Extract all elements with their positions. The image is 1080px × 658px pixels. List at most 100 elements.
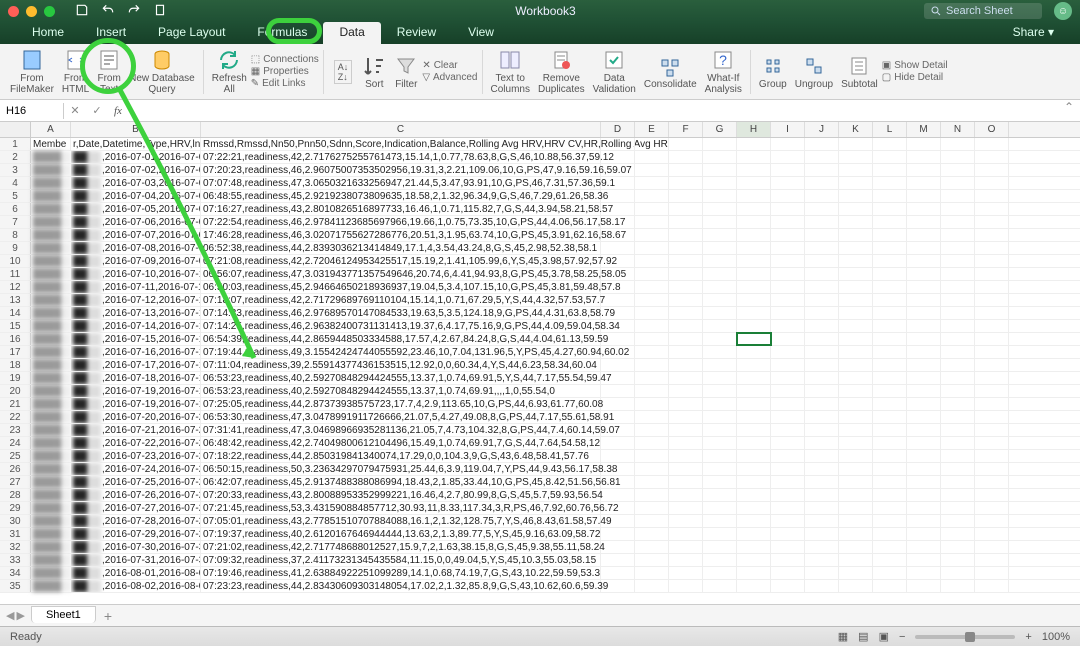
cell[interactable] bbox=[873, 515, 907, 527]
cell[interactable]: ████ bbox=[31, 229, 71, 241]
cell[interactable] bbox=[805, 489, 839, 501]
column-header-G[interactable]: G bbox=[703, 122, 737, 137]
cell[interactable] bbox=[669, 307, 703, 319]
cell[interactable]: 07:05:01,readiness,43,2.7785151070788408… bbox=[201, 515, 601, 527]
view-normal-button[interactable]: ▦ bbox=[838, 630, 848, 643]
cell[interactable] bbox=[703, 151, 737, 163]
cell[interactable] bbox=[873, 489, 907, 501]
cell[interactable] bbox=[771, 450, 805, 462]
row-header[interactable]: 33 bbox=[0, 554, 31, 566]
row-header[interactable]: 7 bbox=[0, 216, 31, 228]
sort-button[interactable]: Sort bbox=[358, 52, 390, 92]
cell[interactable] bbox=[669, 398, 703, 410]
cell[interactable]: ████ bbox=[31, 437, 71, 449]
row-header[interactable]: 5 bbox=[0, 190, 31, 202]
cell[interactable] bbox=[737, 320, 771, 332]
cell[interactable] bbox=[601, 281, 635, 293]
cell[interactable] bbox=[771, 489, 805, 501]
cell[interactable]: 07:14:33,readiness,46,2.9768957014708453… bbox=[201, 307, 601, 319]
cell[interactable] bbox=[635, 541, 669, 553]
cell[interactable] bbox=[635, 385, 669, 397]
cell[interactable] bbox=[805, 541, 839, 553]
cell[interactable] bbox=[907, 359, 941, 371]
cell[interactable] bbox=[601, 359, 635, 371]
cell[interactable] bbox=[601, 216, 635, 228]
cell[interactable]: ████ bbox=[31, 307, 71, 319]
cell[interactable] bbox=[703, 216, 737, 228]
cell[interactable] bbox=[975, 541, 1009, 553]
cell[interactable] bbox=[771, 177, 805, 189]
cell[interactable]: ██,2016-07-15,2016-07-15 bbox=[71, 333, 201, 345]
cell[interactable] bbox=[873, 567, 907, 579]
cell[interactable] bbox=[669, 164, 703, 176]
cell[interactable] bbox=[635, 242, 669, 254]
cell[interactable] bbox=[805, 190, 839, 202]
cell[interactable] bbox=[635, 320, 669, 332]
cell[interactable]: ██,2016-08-01,2016-08-01 bbox=[71, 567, 201, 579]
cell[interactable] bbox=[601, 294, 635, 306]
row-header[interactable]: 31 bbox=[0, 528, 31, 540]
cell[interactable] bbox=[703, 190, 737, 202]
cell[interactable] bbox=[975, 372, 1009, 384]
cell[interactable] bbox=[975, 190, 1009, 202]
cell[interactable] bbox=[635, 229, 669, 241]
cell[interactable] bbox=[601, 489, 635, 501]
cell[interactable] bbox=[737, 346, 771, 358]
cell[interactable] bbox=[941, 476, 975, 488]
cell[interactable] bbox=[601, 450, 635, 462]
cell[interactable] bbox=[907, 385, 941, 397]
cell[interactable] bbox=[873, 190, 907, 202]
what-if-button[interactable]: ?What-If Analysis bbox=[701, 46, 746, 97]
cell[interactable] bbox=[839, 346, 873, 358]
cell[interactable] bbox=[907, 567, 941, 579]
cell[interactable] bbox=[907, 190, 941, 202]
cell[interactable]: 06:52:38,readiness,44,2.8393036213414849… bbox=[201, 242, 601, 254]
cell[interactable]: 07:21:45,readiness,53,3.431590884857712,… bbox=[201, 502, 601, 514]
cell[interactable] bbox=[805, 450, 839, 462]
cell[interactable] bbox=[737, 216, 771, 228]
cell[interactable] bbox=[601, 177, 635, 189]
cell[interactable] bbox=[635, 528, 669, 540]
row-header[interactable]: 9 bbox=[0, 242, 31, 254]
cell[interactable] bbox=[635, 203, 669, 215]
subtotal-button[interactable]: Subtotal bbox=[837, 52, 882, 92]
row-header[interactable]: 21 bbox=[0, 398, 31, 410]
advanced-filter-link[interactable]: ▽ Advanced bbox=[422, 72, 477, 83]
cell[interactable] bbox=[975, 177, 1009, 189]
cell[interactable] bbox=[703, 463, 737, 475]
cell[interactable]: 07:19:44,readiness,49,3.1554242474405559… bbox=[201, 346, 601, 358]
row-header[interactable]: 10 bbox=[0, 255, 31, 267]
cell[interactable]: ████ bbox=[31, 346, 71, 358]
cell[interactable] bbox=[873, 385, 907, 397]
filter-button[interactable]: Filter bbox=[390, 52, 422, 92]
cell[interactable] bbox=[771, 190, 805, 202]
cell[interactable]: 06:48:55,readiness,45,2.9219238073809635… bbox=[201, 190, 601, 202]
cell[interactable] bbox=[907, 528, 941, 540]
cell[interactable] bbox=[975, 567, 1009, 579]
cell[interactable] bbox=[601, 515, 635, 527]
cell[interactable] bbox=[805, 307, 839, 319]
cell[interactable] bbox=[669, 346, 703, 358]
from-text-button[interactable]: From Text bbox=[93, 46, 125, 97]
row-header[interactable]: 22 bbox=[0, 411, 31, 423]
cell[interactable] bbox=[635, 450, 669, 462]
tab-review[interactable]: Review bbox=[381, 22, 452, 44]
cell[interactable]: ██,2016-07-25,2016-07-25 bbox=[71, 476, 201, 488]
cell[interactable] bbox=[839, 554, 873, 566]
cell[interactable] bbox=[771, 398, 805, 410]
cell[interactable] bbox=[907, 372, 941, 384]
cell[interactable] bbox=[669, 567, 703, 579]
cell[interactable] bbox=[907, 346, 941, 358]
cell[interactable]: ████ bbox=[31, 554, 71, 566]
cell[interactable] bbox=[941, 229, 975, 241]
zoom-in-button[interactable]: + bbox=[1025, 631, 1031, 643]
cell[interactable] bbox=[907, 177, 941, 189]
cell[interactable] bbox=[839, 333, 873, 345]
cell[interactable] bbox=[839, 450, 873, 462]
column-header-H[interactable]: H bbox=[737, 122, 771, 137]
cell[interactable] bbox=[703, 229, 737, 241]
minimize-window-button[interactable] bbox=[26, 6, 37, 17]
cell[interactable]: ████ bbox=[31, 580, 71, 592]
cell[interactable] bbox=[873, 502, 907, 514]
cell[interactable] bbox=[907, 268, 941, 280]
